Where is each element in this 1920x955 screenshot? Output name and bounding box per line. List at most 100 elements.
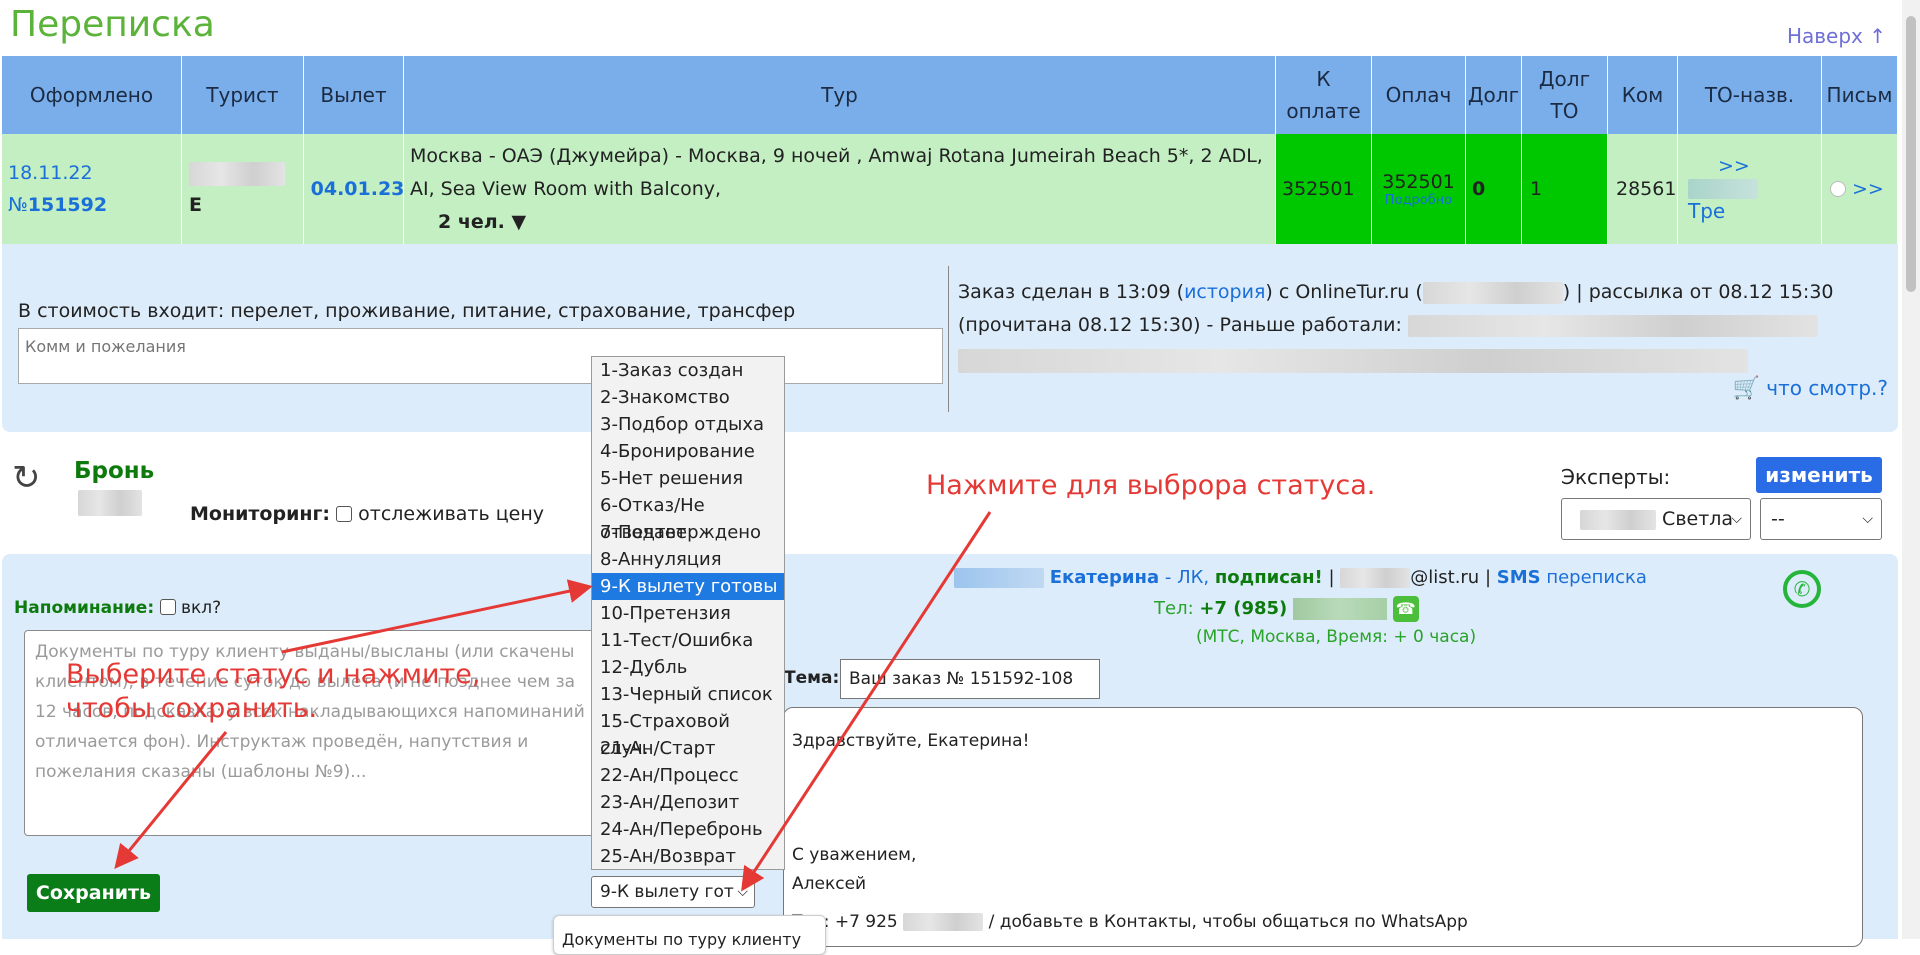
header-debt[interactable]: Долг — [1466, 56, 1522, 134]
scrollbar[interactable] — [1902, 0, 1920, 939]
reminder-row: Напоминание: вкл? — [14, 598, 222, 618]
paid-details-link[interactable]: Подробно — [1385, 193, 1452, 208]
status-dropdown-list: 1-Заказ создан 2-Знакомство 3-Подбор отдых… — [591, 356, 785, 870]
order-info-panel: В стоимость входит: перелет, проживание,… — [2, 244, 1898, 432]
sms-link[interactable]: SMS — [1497, 567, 1541, 588]
message-greeting: Здравствуйте, Екатерина! — [792, 731, 1030, 751]
header-letters[interactable]: Письм — [1822, 56, 1898, 134]
booking-title: Бронь — [74, 458, 155, 484]
header-departure[interactable]: Вылет — [304, 56, 404, 134]
scrollbar-thumb[interactable] — [1906, 16, 1916, 292]
subject-input[interactable]: Ваш заказ № 151592-108 — [840, 659, 1100, 699]
client-lk-link[interactable]: ЛК — [1177, 567, 1203, 588]
vertical-divider — [948, 266, 949, 412]
status-option[interactable]: 2-Знакомство — [592, 384, 784, 411]
order-date-link[interactable]: 18.11.22 — [8, 157, 93, 189]
monitoring-row: Мониторинг: отслеживать цену — [190, 503, 545, 525]
status-option[interactable]: 7-Подтверждено — [592, 519, 784, 546]
signed-status: подписан! — [1214, 567, 1323, 588]
watched-tours-link[interactable]: 🛒 что смотр.? — [1733, 376, 1888, 401]
client-phone[interactable]: +7 (985) — [1199, 598, 1287, 619]
header-created[interactable]: Оформлено — [2, 56, 182, 134]
order-number-link[interactable]: №151592 — [8, 189, 107, 221]
phone-icon[interactable]: ☎ — [1392, 596, 1419, 622]
monitoring-checkbox[interactable] — [336, 506, 353, 522]
status-option[interactable]: 12-Дубль — [592, 654, 784, 681]
back-to-top-link[interactable]: Наверх ↑ — [1787, 24, 1886, 48]
message-footer: Тел: +7 925 / добавьте в Контакты, чтобы… — [792, 912, 1468, 932]
status-option[interactable]: 21-Ан/Старт — [592, 735, 784, 762]
header-to-name[interactable]: ТО-назв. — [1678, 56, 1822, 134]
client-info-line: Екатерина - ЛК, подписан! | @list.ru | S… — [954, 567, 1647, 588]
tourist-initial: Е — [189, 194, 202, 216]
letters-checkbox[interactable] — [1830, 181, 1846, 197]
status-option[interactable]: 1-Заказ создан — [592, 357, 784, 384]
letters-link[interactable]: >> — [1852, 178, 1884, 200]
status-option[interactable]: 4-Бронирование — [592, 438, 784, 465]
header-commission[interactable]: Ком — [1608, 56, 1678, 134]
status-option[interactable]: 5-Нет решения — [592, 465, 784, 492]
debt-to-value: 1 — [1522, 134, 1608, 244]
expert-select-1[interactable]: Светла ⌵ — [1561, 498, 1751, 540]
tourist-name-redacted — [189, 162, 285, 186]
reminder-toggle-label: вкл? — [180, 598, 222, 618]
commission-value: 28561 — [1608, 134, 1678, 244]
caret-down-icon: ▼ — [511, 211, 527, 233]
status-option[interactable]: 24-Ан/Перебронь — [592, 816, 784, 843]
status-option[interactable]: 25-Ан/Возврат — [592, 843, 784, 870]
people-toggle[interactable]: 2 чел. ▼ — [438, 206, 526, 238]
cart-icon: 🛒 — [1732, 376, 1760, 401]
to-pay-value: 352501 — [1276, 134, 1372, 244]
status-option[interactable]: 23-Ан/Депозит — [592, 789, 784, 816]
message-body[interactable]: Здравствуйте, Екатерина! С уважением, Ал… — [783, 707, 1863, 947]
status-option[interactable]: 13-Черный список — [592, 681, 784, 708]
to-name-link[interactable]: Тре — [1688, 199, 1725, 223]
to-details-link[interactable]: >> — [1718, 155, 1750, 177]
chevron-down-icon: ⌵ — [1731, 511, 1742, 527]
header-to-pay[interactable]: К оплате — [1276, 56, 1372, 134]
header-debt-to[interactable]: Долг ТО — [1522, 56, 1608, 134]
source-redacted — [1422, 281, 1563, 304]
document-hint-popup: Документы по туру клиенту выданы — [553, 915, 826, 955]
status-option[interactable]: 6-Отказ/Не отвечает — [592, 492, 784, 543]
table-row: 18.11.22 №151592 Е 04.01.23 Москва - ОАЭ… — [2, 134, 1898, 244]
status-option[interactable]: 9-К вылету готовы — [592, 573, 784, 600]
header-tour[interactable]: Тур — [404, 56, 1276, 134]
status-option[interactable]: 11-Тест/Ошибка — [592, 627, 784, 654]
expert-select-2[interactable]: -- ⌵ — [1760, 498, 1882, 540]
status-option[interactable]: 10-Претензия — [592, 600, 784, 627]
status-option[interactable]: 3-Подбор отдыха — [592, 411, 784, 438]
chevron-down-icon: ⌵ — [1862, 511, 1873, 527]
change-experts-button[interactable]: изменить — [1756, 457, 1882, 493]
refresh-icon[interactable]: ↻ — [12, 458, 41, 498]
header-paid[interactable]: Оплач — [1372, 56, 1466, 134]
status-select[interactable]: 9-К вылету гот ⌵ — [591, 876, 755, 908]
price-includes-text: В стоимость входит: перелет, проживание,… — [18, 300, 796, 322]
correspondence-link[interactable]: переписка — [1546, 567, 1647, 588]
orders-table: Оформлено Турист Вылет Тур К оплате Опла… — [2, 56, 1898, 244]
debt-value: 0 — [1466, 134, 1522, 244]
status-option[interactable]: 15-Страховой случ. — [592, 708, 784, 759]
message-regards: С уважением, — [792, 845, 917, 865]
client-email[interactable]: @list.ru — [1410, 567, 1479, 588]
comments-input[interactable]: Комм и пожелания — [18, 328, 943, 384]
subject-label: Тема: — [784, 668, 840, 688]
client-name[interactable]: Екатерина — [1050, 567, 1159, 588]
departure-date-link[interactable]: 04.01.23 — [311, 178, 405, 200]
paid-value: 352501 — [1382, 170, 1455, 193]
message-signature: Алексей — [792, 874, 867, 894]
status-option[interactable]: 22-Ан/Процесс — [592, 762, 784, 789]
history-link[interactable]: история — [1184, 281, 1265, 303]
booking-id-redacted — [78, 490, 142, 516]
order-source-info: Заказ сделан в 13:09 (история) с OnlineT… — [958, 276, 1888, 375]
previous-managers-redacted — [958, 348, 1748, 373]
whatsapp-icon[interactable]: ✆ — [1783, 570, 1821, 608]
status-option[interactable]: 8-Аннуляция — [592, 546, 784, 573]
monitoring-option-label: отслеживать цену — [358, 503, 545, 525]
save-button[interactable]: Сохранить — [27, 874, 160, 912]
page-title: Переписка — [10, 4, 215, 45]
header-tourist[interactable]: Турист — [182, 56, 304, 134]
reminder-checkbox[interactable] — [159, 599, 176, 615]
annotation-choose-status: Выберите статус и нажмите, чтобы сохрани… — [66, 659, 481, 724]
annotation-press-status: Нажмите для выброра статуса. — [926, 470, 1376, 501]
